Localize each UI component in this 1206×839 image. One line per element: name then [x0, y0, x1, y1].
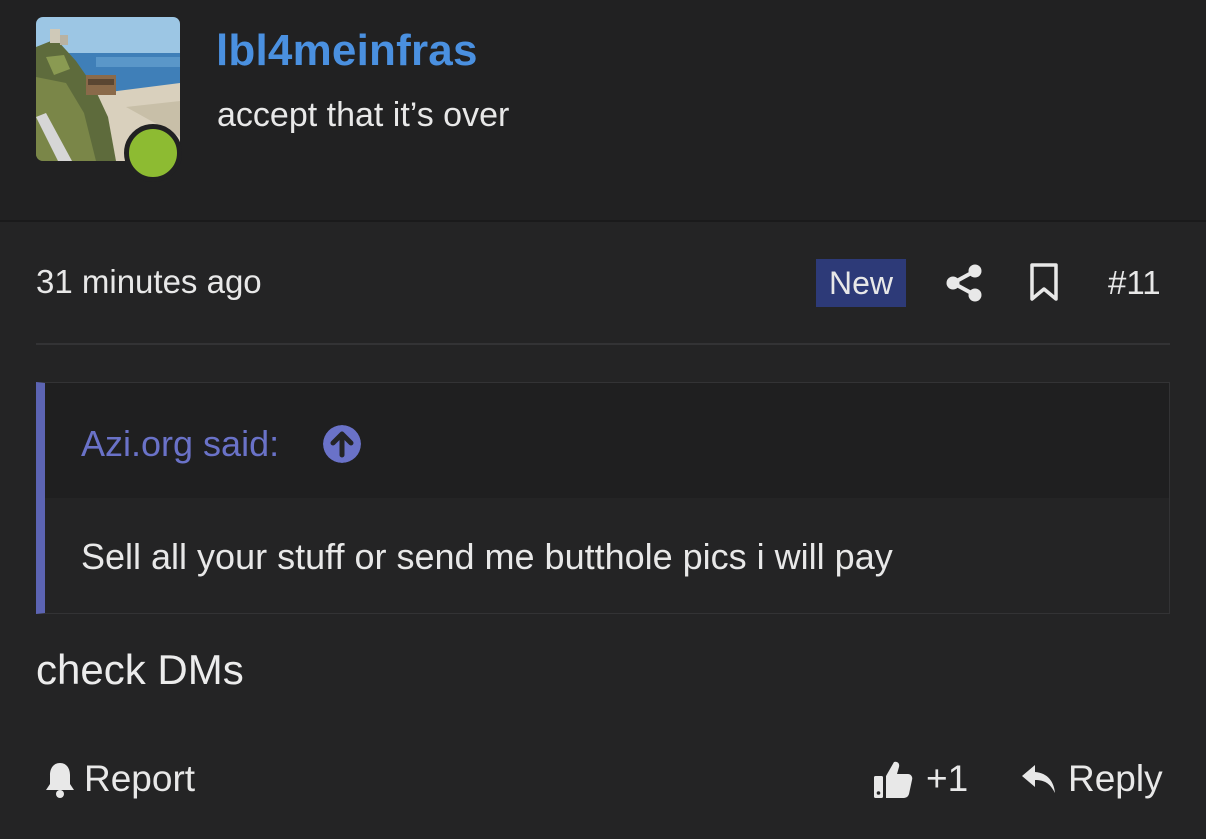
quote-text: Sell all your stuff or send me butthole …	[81, 536, 893, 577]
post-container: lbl4meinfras accept that it’s over 31 mi…	[0, 0, 1206, 839]
bookmark-icon[interactable]	[1028, 262, 1060, 302]
post-message: check DMs	[36, 646, 244, 693]
username-link[interactable]: lbl4meinfras	[216, 26, 478, 76]
arrow-up-icon[interactable]	[323, 425, 361, 463]
thumbs-up-icon	[874, 761, 913, 798]
quote-block: Azi.org said: Sell all your stuff or sen…	[36, 382, 1170, 614]
quote-author-link[interactable]: Azi.org said:	[81, 423, 279, 465]
meta-divider	[36, 343, 1170, 345]
reply-button[interactable]: Reply	[1020, 756, 1163, 802]
reply-label: Reply	[1068, 758, 1163, 799]
user-title: accept that it’s over	[217, 96, 510, 134]
online-status-indicator	[124, 124, 182, 182]
post-number-link[interactable]: #11	[1108, 264, 1161, 302]
user-header: lbl4meinfras accept that it’s over	[0, 0, 1206, 220]
report-label: Report	[84, 758, 196, 799]
header-divider	[0, 220, 1206, 222]
like-button[interactable]: +1	[872, 756, 968, 802]
report-button[interactable]: Report	[44, 756, 195, 802]
share-icon[interactable]	[944, 263, 984, 303]
reply-arrow-icon	[1022, 765, 1055, 793]
bell-icon	[46, 763, 74, 798]
new-badge: New	[816, 259, 906, 307]
quote-header: Azi.org said:	[45, 383, 1169, 498]
like-count: +1	[926, 758, 969, 799]
post-timestamp[interactable]: 31 minutes ago	[36, 263, 262, 301]
